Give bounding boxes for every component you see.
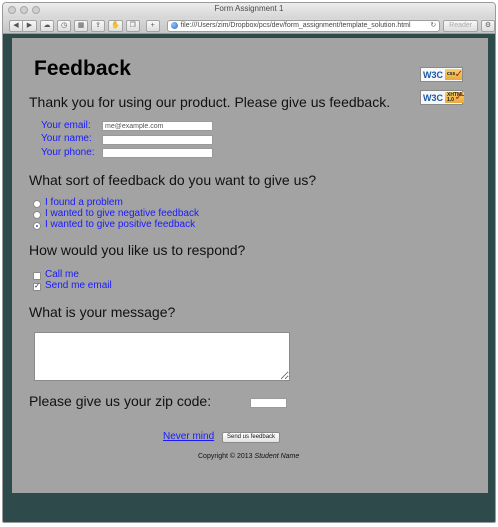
respond-question: How would you like us to respond? bbox=[29, 242, 246, 258]
reading-list-button[interactable]: ✋ bbox=[108, 19, 123, 32]
message-question: What is your message? bbox=[29, 304, 176, 320]
forward-button[interactable]: ▶ bbox=[23, 19, 37, 32]
cloud-icon: ☁ bbox=[43, 21, 51, 29]
top-sites-button[interactable]: ▦ bbox=[74, 19, 88, 32]
browser-window: Form Assignment 1 ◀ ▶ ☁ ◷ ▦ ⇪ ✋ ❐ + file… bbox=[2, 2, 496, 523]
history-buttons: ◀ ▶ bbox=[9, 19, 37, 32]
zip-label: Please give us your zip code: bbox=[29, 393, 212, 409]
call-me-checkbox[interactable] bbox=[33, 272, 41, 280]
zip-field[interactable] bbox=[250, 398, 287, 408]
radio-negative-feedback[interactable] bbox=[33, 211, 41, 219]
clock-icon: ◷ bbox=[60, 21, 68, 29]
checkmark-icon: ✓ bbox=[454, 69, 463, 80]
radio-label[interactable]: I wanted to give negative feedback bbox=[45, 208, 199, 219]
hand-icon: ✋ bbox=[110, 21, 120, 29]
w3c-xhtml-badge[interactable]: W3C XHTML 1.0 ✓ bbox=[420, 90, 464, 105]
tabs-icon: ❐ bbox=[129, 21, 136, 29]
phone-label: Your phone: bbox=[41, 147, 95, 158]
back-arrow-icon: ◀ bbox=[13, 21, 19, 29]
address-text: file:///Users/zim/Dropbox/pcs/dev/form_a… bbox=[180, 21, 411, 29]
title-bar: Form Assignment 1 bbox=[3, 3, 495, 18]
checkbox-label[interactable]: Call me bbox=[45, 269, 79, 280]
share-button[interactable]: ⇪ bbox=[91, 19, 105, 32]
forward-arrow-icon: ▶ bbox=[26, 21, 33, 29]
w3c-css-badge[interactable]: W3C css ✓ bbox=[420, 67, 463, 82]
name-field[interactable] bbox=[102, 135, 213, 145]
message-textarea[interactable] bbox=[34, 332, 290, 381]
browser-toolbar: ◀ ▶ ☁ ◷ ▦ ⇪ ✋ ❐ + file:///Users/zim/Drop… bbox=[3, 18, 495, 34]
send-feedback-button[interactable]: Send us feedback bbox=[222, 432, 281, 443]
page-title: Feedback bbox=[34, 57, 131, 80]
history-button[interactable]: ◷ bbox=[57, 19, 71, 32]
feedback-page: Feedback W3C css ✓ W3C XHTML 1.0 ✓ Thank… bbox=[12, 38, 488, 493]
feedback-type-question: What sort of feedback do you want to giv… bbox=[29, 172, 317, 188]
icloud-tabs-button[interactable]: ☁ bbox=[40, 19, 54, 32]
back-button[interactable]: ◀ bbox=[9, 19, 23, 32]
checkmark-icon: ✓ bbox=[454, 92, 463, 103]
globe-icon bbox=[170, 22, 178, 29]
copyright-prefix: Copyright © 2013 bbox=[198, 453, 253, 460]
phone-field[interactable] bbox=[102, 148, 213, 158]
email-label: Your email: bbox=[41, 120, 91, 131]
email-field[interactable] bbox=[102, 121, 213, 131]
window-title: Form Assignment 1 bbox=[214, 4, 284, 13]
reload-icon[interactable]: ↻ bbox=[430, 21, 436, 31]
radio-positive-feedback[interactable] bbox=[33, 222, 41, 230]
copyright-footer: Copyright © 2013 Student Name bbox=[198, 453, 299, 460]
checkbox-label[interactable]: Send me email bbox=[45, 280, 112, 291]
w3c-logo-text: W3C bbox=[423, 69, 443, 80]
share-icon: ⇪ bbox=[95, 21, 101, 29]
student-name: Student Name bbox=[254, 453, 300, 460]
radio-label[interactable]: I wanted to give positive feedback bbox=[45, 219, 195, 230]
checkmark-icon: ✓ bbox=[34, 283, 40, 290]
tabs-button[interactable]: ❐ bbox=[125, 19, 140, 32]
settings-button[interactable]: ⚙ bbox=[481, 19, 495, 32]
name-label: Your name: bbox=[41, 133, 92, 144]
new-tab-button[interactable]: + bbox=[145, 19, 160, 32]
radio-label[interactable]: I found a problem bbox=[45, 197, 123, 208]
send-email-checkbox[interactable]: ✓ bbox=[33, 283, 41, 291]
plus-icon: + bbox=[150, 21, 155, 29]
grid-icon: ▦ bbox=[77, 21, 85, 29]
address-bar[interactable]: file:///Users/zim/Dropbox/pcs/dev/form_a… bbox=[166, 19, 441, 32]
radio-found-problem[interactable] bbox=[33, 200, 41, 208]
reader-button[interactable]: Reader bbox=[443, 19, 478, 32]
w3c-logo-text: W3C bbox=[423, 92, 443, 103]
page-viewport: Feedback W3C css ✓ W3C XHTML 1.0 ✓ Thank… bbox=[3, 34, 495, 522]
intro-text: Thank you for using our product. Please … bbox=[29, 94, 391, 110]
gear-icon: ⚙ bbox=[484, 21, 492, 29]
never-mind-link[interactable]: Never mind bbox=[163, 431, 214, 442]
